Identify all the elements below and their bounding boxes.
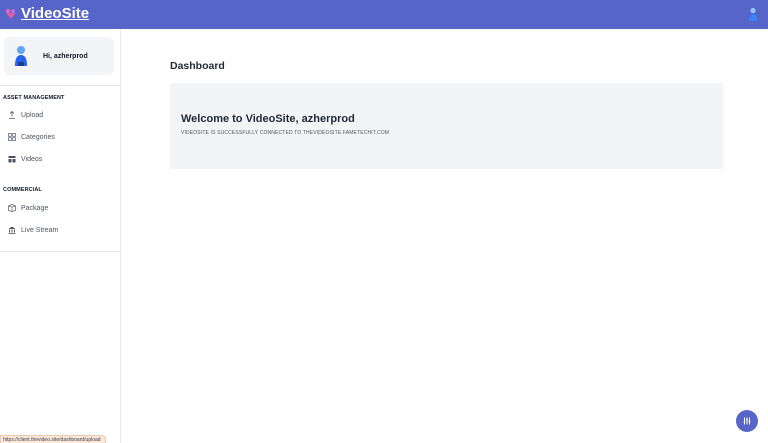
user-greeting: Hi, azherprod bbox=[43, 52, 88, 60]
sidebar-item-label: Live Stream bbox=[21, 226, 59, 234]
user-avatar-icon[interactable] bbox=[748, 7, 758, 22]
box-icon bbox=[8, 204, 16, 212]
main-content: Dashboard Welcome to VideoSite, azherpro… bbox=[121, 29, 768, 443]
brand-link[interactable]: VideoSite bbox=[5, 5, 89, 23]
video-list-icon bbox=[8, 156, 16, 163]
settings-fab-button[interactable] bbox=[736, 410, 758, 432]
sidebar-item-label: Categories bbox=[21, 133, 55, 141]
sidebar-item-videos[interactable]: Videos bbox=[8, 153, 42, 165]
sidebar-item-upload[interactable]: Upload bbox=[8, 109, 43, 121]
sidebar: Hi, azherprod ASSET MANAGEMENT Upload Ca… bbox=[0, 29, 121, 443]
sliders-icon bbox=[743, 417, 751, 425]
upload-icon bbox=[9, 111, 15, 119]
sidebar-item-label: Package bbox=[21, 204, 49, 212]
sidebar-item-label: Upload bbox=[21, 111, 44, 119]
top-navbar: VideoSite bbox=[0, 0, 768, 29]
welcome-subtitle: VIDEOSITE IS SUCCESSFULLY CONNECTED TO T… bbox=[181, 130, 390, 136]
grid-icon bbox=[8, 133, 16, 141]
section-title-asset-management: ASSET MANAGEMENT bbox=[3, 95, 65, 101]
brand-name: VideoSite bbox=[21, 5, 90, 22]
page-title: Dashboard bbox=[170, 60, 225, 72]
sidebar-item-package[interactable]: Package bbox=[8, 202, 48, 214]
heart-logo-icon bbox=[6, 9, 16, 19]
welcome-panel: Welcome to VideoSite, azherprod VIDEOSIT… bbox=[170, 83, 723, 169]
welcome-title: Welcome to VideoSite, azherprod bbox=[181, 113, 355, 125]
user-profile-card[interactable]: Hi, azherprod bbox=[4, 37, 114, 75]
sidebar-item-categories[interactable]: Categories bbox=[8, 131, 55, 143]
status-bar-url: https://client.thevideo.site/dashboard/u… bbox=[0, 435, 106, 443]
section-title-commercial: COMMERCIAL bbox=[3, 187, 42, 193]
avatar bbox=[15, 46, 27, 66]
sidebar-divider bbox=[0, 251, 120, 252]
sidebar-item-live-stream[interactable]: Live Stream bbox=[8, 224, 58, 236]
sidebar-item-label: Videos bbox=[21, 155, 43, 163]
building-icon bbox=[8, 226, 16, 234]
sidebar-divider bbox=[0, 85, 120, 86]
